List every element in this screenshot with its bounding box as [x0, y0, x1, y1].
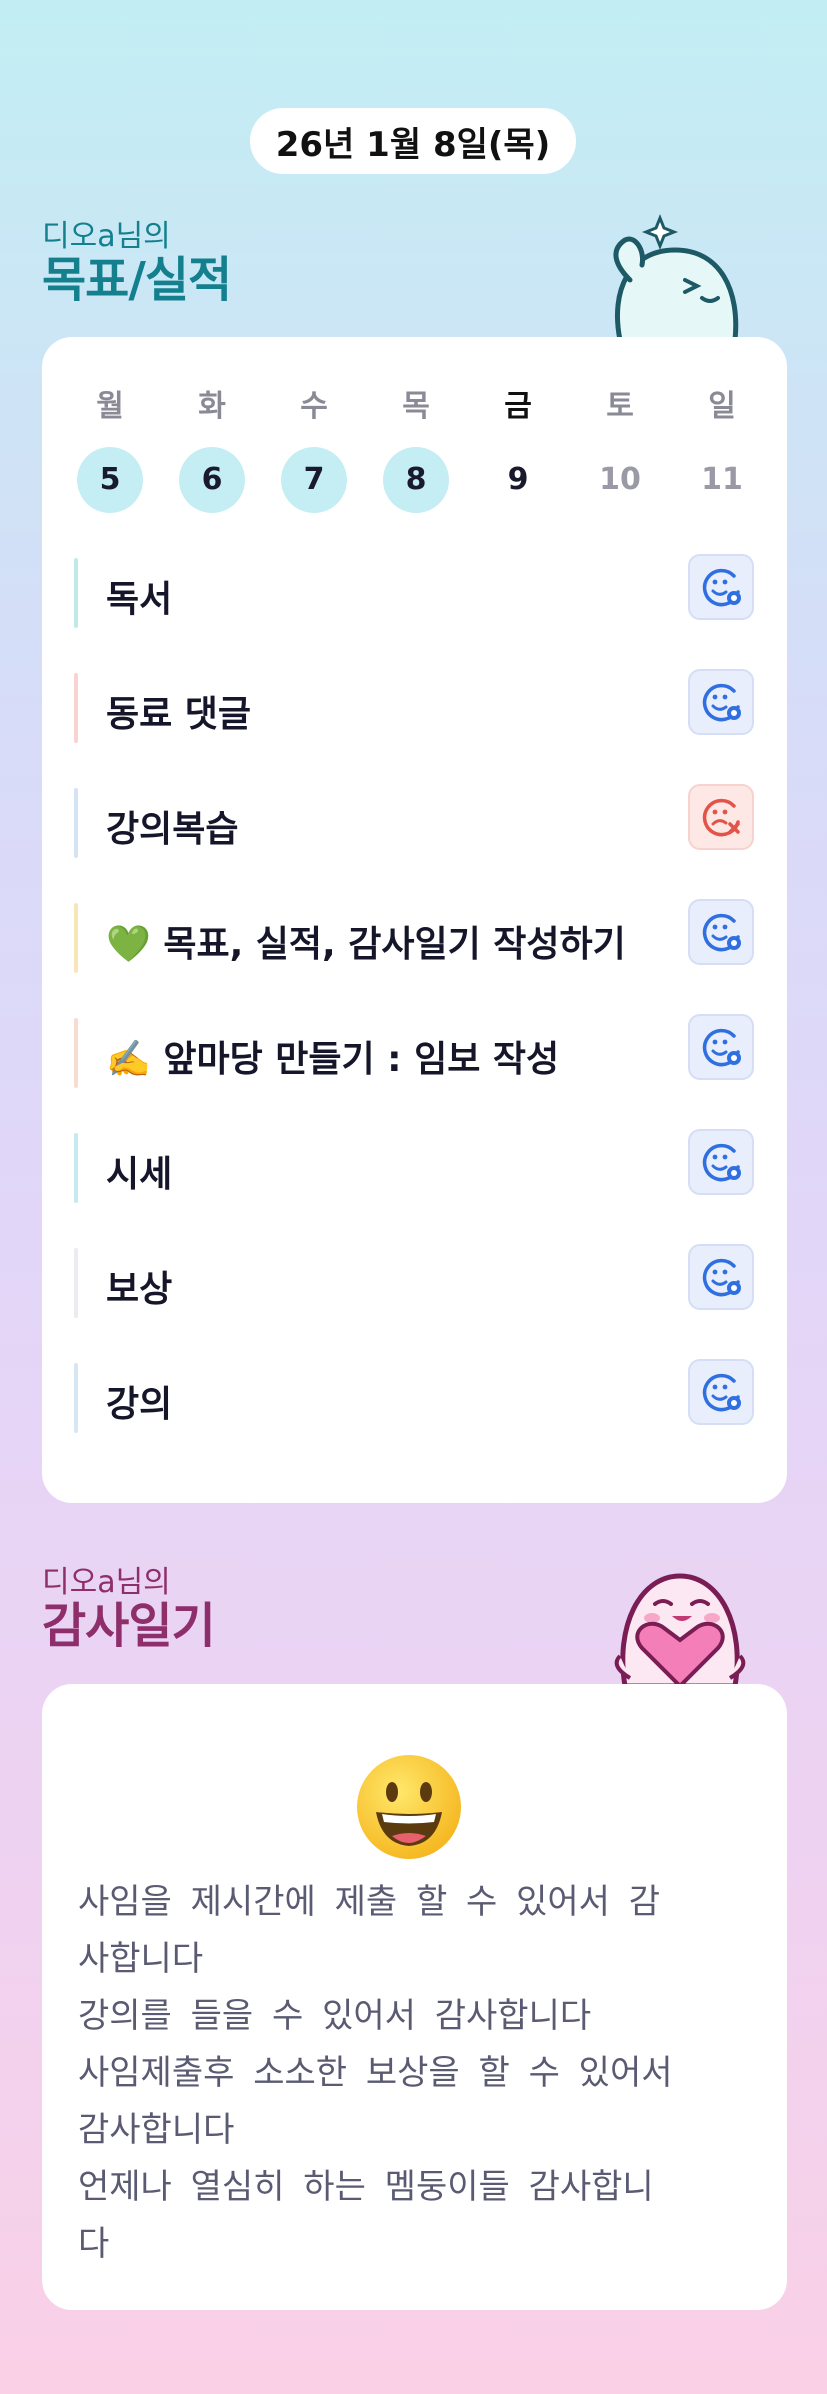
- day-of-week: 목: [402, 389, 430, 424]
- day-of-week: 월: [96, 389, 124, 424]
- thanks-line: 다: [78, 2224, 110, 2264]
- waving-mascot-icon: [613, 213, 739, 340]
- day-number: 9: [507, 462, 529, 497]
- day-tue[interactable]: 화 6: [177, 387, 247, 513]
- day-number: 5: [77, 447, 143, 513]
- goal-label: 동료 댓글: [106, 694, 252, 735]
- day-number: 7: [281, 447, 347, 513]
- grinning-face-icon: [357, 1755, 461, 1859]
- thanks-owner-label: 디오a님의: [42, 1565, 171, 1600]
- goal-row[interactable]: 강의복습: [74, 784, 754, 858]
- goals-card: 월 5 화 6 수 7 목 8 금 9 토 10 일 11 독서동료 댓글강의복…: [42, 337, 787, 1503]
- date-pill[interactable]: 26년 1월 8일(목): [250, 108, 576, 174]
- thanks-line: 사임을 제시간에 제출 할 수 있어서 감: [78, 1882, 661, 1922]
- smile-check-icon[interactable]: [688, 554, 754, 620]
- thanks-card: 사임을 제시간에 제출 할 수 있어서 감 사합니다 강의를 들을 수 있어서 …: [42, 1684, 787, 2310]
- goal-row[interactable]: 강의: [74, 1359, 754, 1433]
- thanks-line: 강의를 들을 수 있어서 감사합니다: [78, 1996, 592, 2036]
- goals-owner-label: 디오a님의: [42, 219, 171, 254]
- goal-row[interactable]: 독서: [74, 554, 754, 628]
- day-number: 10: [599, 462, 641, 497]
- goal-label: 강의: [106, 1384, 173, 1425]
- goal-color-bar: [74, 558, 78, 628]
- thanks-section-header: 디오a님의 감사일기: [42, 1565, 216, 1654]
- smile-check-icon[interactable]: [688, 1244, 754, 1310]
- goal-color-bar: [74, 1018, 78, 1088]
- goals-section-header: 디오a님의 목표/실적: [42, 219, 232, 308]
- goal-row[interactable]: 동료 댓글: [74, 669, 754, 743]
- goal-color-bar: [74, 1248, 78, 1318]
- day-number: 8: [383, 447, 449, 513]
- day-mon[interactable]: 월 5: [75, 387, 145, 513]
- goal-label: 💚 목표, 실적, 감사일기 작성하기: [106, 924, 626, 965]
- day-of-week: 금: [504, 389, 532, 424]
- goal-row[interactable]: 보상: [74, 1244, 754, 1318]
- goal-label: ✍️ 앞마당 만들기 : 임보 작성: [106, 1039, 560, 1080]
- thanks-line: 감사합니다: [78, 2110, 235, 2150]
- day-of-week: 화: [198, 389, 226, 424]
- goal-row[interactable]: ✍️ 앞마당 만들기 : 임보 작성: [74, 1014, 754, 1088]
- day-number: 6: [179, 447, 245, 513]
- day-of-week: 일: [708, 389, 736, 424]
- day-sat[interactable]: 토 10: [585, 387, 655, 513]
- smile-check-icon[interactable]: [688, 1129, 754, 1195]
- goal-color-bar: [74, 1363, 78, 1433]
- goal-color-bar: [74, 788, 78, 858]
- goal-label: 시세: [106, 1154, 173, 1195]
- day-thu[interactable]: 목 8: [381, 387, 451, 513]
- thanks-line: 사합니다: [78, 1939, 204, 1979]
- goal-color-bar: [74, 1133, 78, 1203]
- sad-x-icon[interactable]: [688, 784, 754, 850]
- day-wed[interactable]: 수 7: [279, 387, 349, 513]
- goal-label: 보상: [106, 1269, 173, 1310]
- thanks-line: 언제나 열심히 하는 멤둥이들 감사합니: [78, 2167, 654, 2207]
- smile-check-icon[interactable]: [688, 669, 754, 735]
- goal-color-bar: [74, 903, 78, 973]
- day-sun[interactable]: 일 11: [687, 387, 757, 513]
- smile-check-icon[interactable]: [688, 1014, 754, 1080]
- smile-check-icon[interactable]: [688, 1359, 754, 1425]
- smile-check-icon[interactable]: [688, 899, 754, 965]
- heart-mascot-icon: [614, 1573, 746, 1686]
- goal-color-bar: [74, 673, 78, 743]
- day-fri[interactable]: 금 9: [483, 387, 553, 513]
- goals-title: 목표/실적: [42, 252, 232, 308]
- thanks-diary-text: 사임을 제시간에 제출 할 수 있어서 감 사합니다 강의를 들을 수 있어서 …: [78, 1874, 758, 2273]
- goal-row[interactable]: 💚 목표, 실적, 감사일기 작성하기: [74, 899, 754, 973]
- thanks-line: 사임제출후 소소한 보상을 할 수 있어서: [78, 2053, 673, 2093]
- goal-label: 독서: [106, 579, 173, 620]
- day-number: 11: [701, 462, 743, 497]
- goal-label: 강의복습: [106, 809, 239, 850]
- day-of-week: 토: [606, 389, 634, 424]
- thanks-title: 감사일기: [42, 1598, 216, 1654]
- day-of-week: 수: [300, 389, 328, 424]
- goal-row[interactable]: 시세: [74, 1129, 754, 1203]
